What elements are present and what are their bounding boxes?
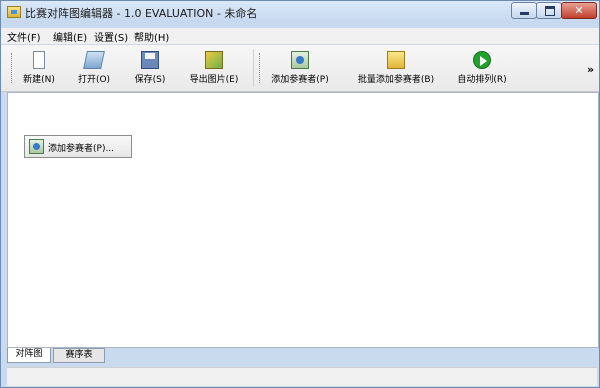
close-button[interactable] [561, 2, 597, 19]
save-button[interactable]: 保存(S) [127, 47, 173, 89]
menu-settings[interactable]: 设置(S) [94, 29, 128, 44]
add-participant-button-label: 添加参赛者(P) [271, 75, 329, 85]
tab-bracket[interactable]: 对阵图 [7, 348, 51, 363]
status-bar [7, 367, 597, 386]
new-button-label: 新建(N) [23, 75, 55, 85]
export-image-button-label: 导出图片(E) [189, 75, 239, 85]
menu-help[interactable]: 帮助(H) [134, 29, 169, 44]
add-participant-button[interactable]: 添加参赛者(P) [265, 47, 335, 89]
toolbar: 新建(N) 打开(O) 保存(S) 导出图片(E) 添加参赛者(P) 批量添加参… [1, 45, 599, 92]
bracket-canvas[interactable]: 添加参赛者(P)... [7, 92, 599, 348]
canvas-add-participant-button[interactable]: 添加参赛者(P)... [24, 135, 132, 158]
new-document-icon [33, 51, 45, 69]
menu-edit[interactable]: 编辑(E) [53, 29, 87, 44]
toolbar-separator [253, 49, 254, 87]
canvas-add-participant-label: 添加参赛者(P)... [48, 144, 115, 154]
auto-arrange-button-label: 自动排列(R) [457, 75, 507, 85]
window-title: 比赛对阵图编辑器 - 1.0 EVALUATION - 未命名 [25, 7, 258, 20]
tab-schedule[interactable]: 赛序表 [53, 348, 105, 363]
export-image-icon [205, 51, 223, 69]
play-icon [473, 51, 491, 69]
add-participant-icon [291, 51, 309, 69]
batch-add-folder-icon [387, 51, 405, 69]
open-folder-icon [83, 51, 105, 69]
open-button-label: 打开(O) [77, 75, 111, 85]
title-bar[interactable]: 比赛对阵图编辑器 - 1.0 EVALUATION - 未命名 [1, 1, 599, 23]
toolbar-overflow-chevron-icon[interactable]: » [587, 63, 594, 76]
auto-arrange-button[interactable]: 自动排列(R) [453, 47, 511, 89]
open-button[interactable]: 打开(O) [71, 47, 117, 89]
toolbar-grip[interactable] [11, 53, 14, 83]
menu-bar: 文件(F) 编辑(E) 设置(S) 帮助(H) [1, 28, 599, 44]
minimize-button[interactable] [511, 2, 537, 19]
batch-add-button-label: 批量添加参赛者(B) [357, 75, 435, 85]
menu-file[interactable]: 文件(F) [7, 29, 41, 44]
save-button-label: 保存(S) [134, 75, 166, 85]
toolbar-grip[interactable] [259, 53, 262, 83]
sheet-tabs: 对阵图 赛序表 [7, 348, 597, 364]
floppy-disk-icon [141, 51, 159, 69]
add-participant-icon [29, 139, 44, 154]
new-button[interactable]: 新建(N) [19, 47, 59, 89]
app-icon [7, 6, 21, 18]
app-window: 比赛对阵图编辑器 - 1.0 EVALUATION - 未命名 文件(F) 编辑… [0, 0, 600, 388]
batch-add-participants-button[interactable]: 批量添加参赛者(B) [351, 47, 441, 89]
maximize-button[interactable] [536, 2, 562, 19]
export-image-button[interactable]: 导出图片(E) [183, 47, 245, 89]
